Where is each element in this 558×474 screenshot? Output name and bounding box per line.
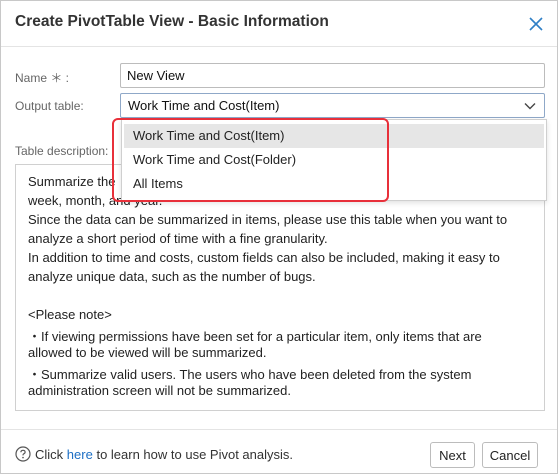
question-circle-icon <box>15 446 31 462</box>
name-input[interactable] <box>120 63 545 88</box>
dropdown-option-work-time-folder[interactable]: Work Time and Cost(Folder) <box>124 148 544 172</box>
dialog-header: Create PivotTable View - Basic Informati… <box>1 1 557 47</box>
help-link[interactable]: here <box>67 447 93 462</box>
output-table-value: Work Time and Cost(Item) <box>128 98 280 113</box>
help-suffix: to learn how to use Pivot analysis. <box>96 447 294 462</box>
description-line: ・If viewing permissions have been set fo… <box>28 329 482 344</box>
description-line: Since the data can be summarized in item… <box>28 212 508 227</box>
chevron-down-icon <box>524 103 536 110</box>
create-pivottable-dialog: Create PivotTable View - Basic Informati… <box>0 0 558 474</box>
description-line: administration screen will not be summar… <box>28 383 291 398</box>
table-description-box: Summarize the week, month, and year. Sin… <box>15 164 545 411</box>
dialog-footer: Click here to learn how to use Pivot ana… <box>1 429 557 473</box>
description-line: allowed to be viewed will be summarized. <box>28 345 267 360</box>
help-text: Click here to learn how to use Pivot ana… <box>35 447 293 462</box>
table-description-label: Table description: <box>15 144 109 158</box>
description-line: analyze a short period of time with a fi… <box>28 231 328 246</box>
name-label: Name ＊ : <box>15 71 70 85</box>
output-table-label: Output table: <box>15 99 84 113</box>
cancel-button[interactable]: Cancel <box>482 442 538 468</box>
description-line: <Please note> <box>28 307 112 322</box>
help-prefix: Click <box>35 447 64 462</box>
description-line: In addition to time and costs, custom fi… <box>28 250 500 265</box>
output-table-dropdown: Work Time and Cost(Item) Work Time and C… <box>121 119 547 201</box>
description-line: ・Summarize valid users. The users who ha… <box>28 367 472 382</box>
dropdown-option-work-time-item[interactable]: Work Time and Cost(Item) <box>124 124 544 148</box>
close-icon[interactable] <box>527 15 545 33</box>
description-line: analyze unique data, such as the number … <box>28 269 316 284</box>
output-table-select[interactable]: Work Time and Cost(Item) <box>120 93 545 118</box>
dialog-title: Create PivotTable View - Basic Informati… <box>15 13 329 30</box>
dropdown-option-all-items[interactable]: All Items <box>124 172 544 196</box>
description-line: Summarize the <box>28 174 116 189</box>
next-button[interactable]: Next <box>430 442 475 468</box>
